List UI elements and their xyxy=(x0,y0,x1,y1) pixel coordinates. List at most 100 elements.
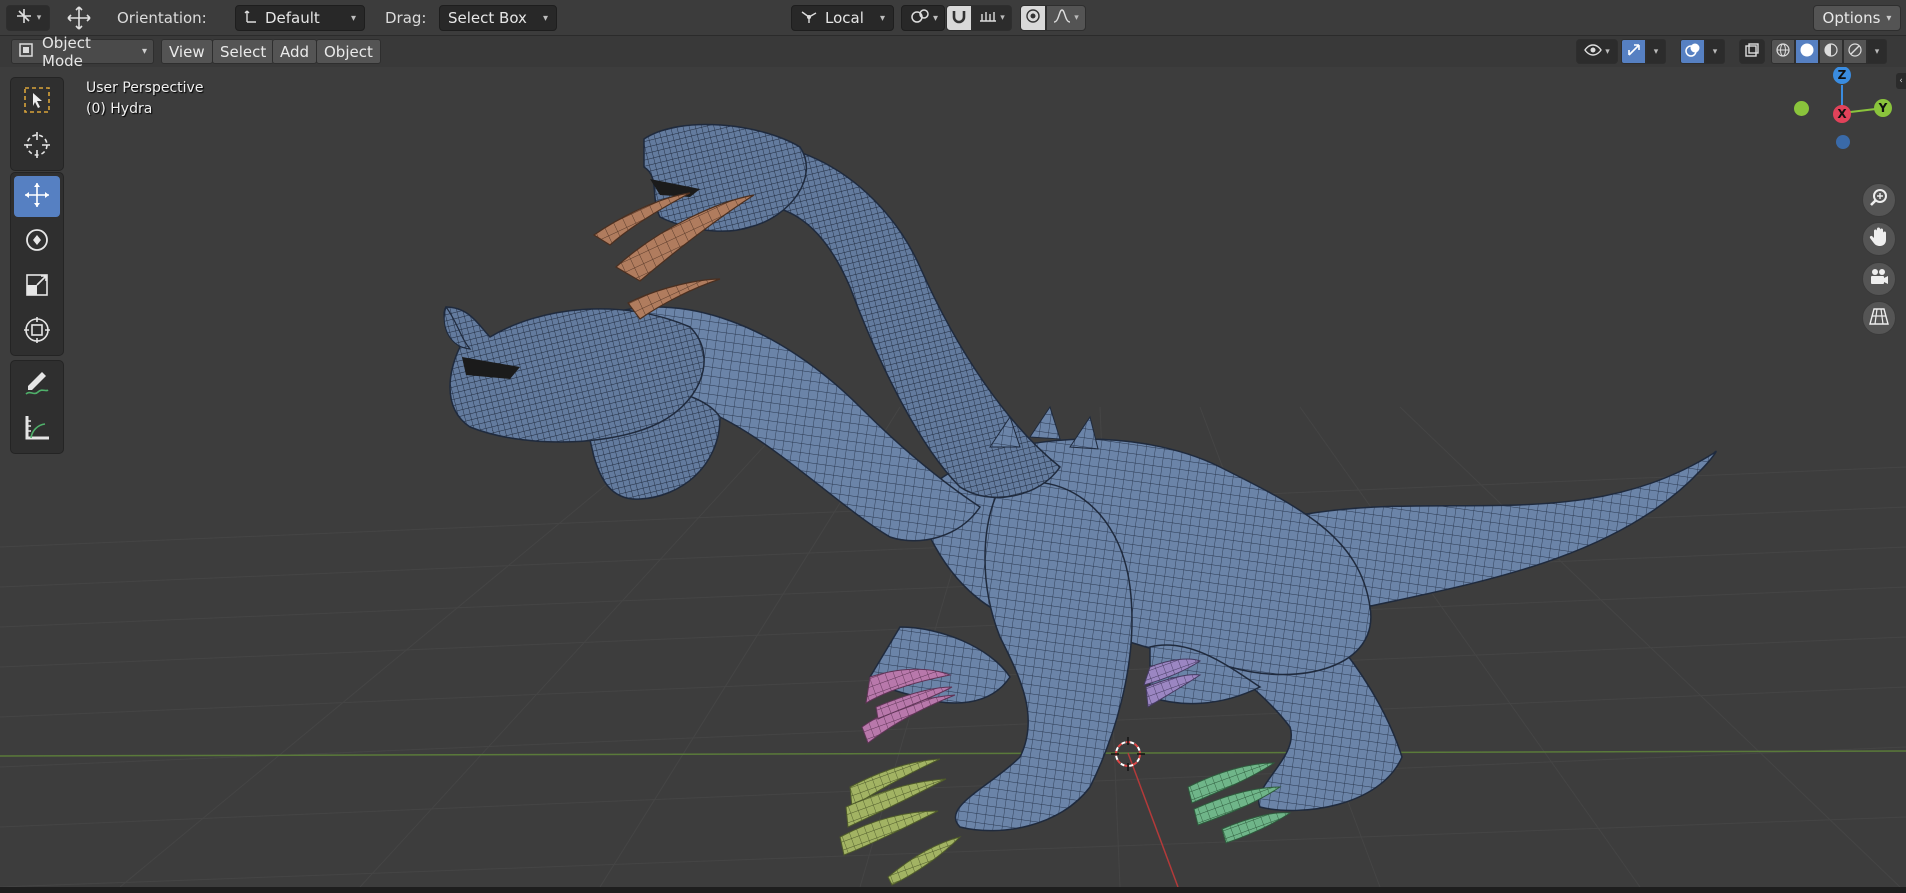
orientation-label: Orientation: xyxy=(117,9,207,27)
shading-group: ▾ xyxy=(1771,39,1887,64)
axis-icon xyxy=(244,8,258,28)
move-tool-icon xyxy=(64,5,94,31)
tool-header: ▾ Orientation: Default ▾ Drag: Select Bo… xyxy=(0,0,1906,36)
xray-icon xyxy=(1744,42,1760,62)
shading-wireframe-button[interactable] xyxy=(1771,39,1795,64)
gizmo-arrows-icon xyxy=(1626,42,1642,62)
gizmo-y-axis[interactable]: Y xyxy=(1874,99,1892,117)
perspective-toggle-button[interactable] xyxy=(1862,301,1896,335)
falloff-curve-icon xyxy=(1053,9,1071,27)
chevron-down-icon: ▾ xyxy=(1712,46,1718,57)
pivot-icon xyxy=(910,8,930,28)
overlay-toggle[interactable] xyxy=(1680,39,1705,64)
tool-rotate[interactable] xyxy=(14,221,60,262)
chevron-down-icon: ▾ xyxy=(1000,13,1005,23)
transform-space-dropdown[interactable]: Local ▾ xyxy=(791,5,894,31)
tool-move[interactable] xyxy=(14,176,60,217)
annotate-pencil-icon xyxy=(22,368,52,402)
options-button[interactable]: Options ▾ xyxy=(1813,5,1901,31)
chevron-down-icon: ▾ xyxy=(1653,46,1659,57)
object-mode-icon xyxy=(18,42,34,62)
xray-toggle[interactable] xyxy=(1739,39,1765,64)
mode-value: Object Mode xyxy=(42,33,91,70)
transform-icon xyxy=(22,315,52,349)
proportional-edit-toggle[interactable] xyxy=(1020,5,1046,31)
x-axis-line xyxy=(0,750,1906,757)
3d-viewport[interactable]: User Perspective (0) Hydra Z Y X ‹ xyxy=(0,67,1906,887)
zoom-button[interactable] xyxy=(1862,183,1896,217)
chevron-down-icon: ▾ xyxy=(141,46,147,57)
shading-material-button[interactable] xyxy=(1819,39,1843,64)
chevron-down-icon: ▾ xyxy=(933,12,939,24)
menu-object[interactable]: Object xyxy=(316,39,381,64)
magnifier-icon xyxy=(1868,187,1890,213)
measure-ruler-icon xyxy=(22,413,52,447)
grid-perspective-icon xyxy=(1868,305,1890,331)
toolbar-annotate xyxy=(10,360,64,454)
pan-button[interactable] xyxy=(1862,222,1896,256)
tool-select-box[interactable] xyxy=(14,81,60,122)
visibility-dropdown[interactable]: ▾ xyxy=(1576,39,1618,64)
move-arrows-icon xyxy=(22,180,52,214)
gizmo-toggle[interactable] xyxy=(1621,39,1646,64)
orientation-dropdown[interactable]: Default ▾ xyxy=(235,5,365,31)
tool-annotate[interactable] xyxy=(14,364,60,405)
gizmo-neg-z-axis[interactable] xyxy=(1836,135,1850,149)
drag-value: Select Box xyxy=(448,9,527,27)
shading-rendered-button[interactable] xyxy=(1843,39,1867,64)
options-label: Options xyxy=(1822,9,1881,27)
solid-sphere-icon xyxy=(1799,42,1815,62)
chevron-down-icon: ▾ xyxy=(1886,12,1892,24)
menu-add[interactable]: Add xyxy=(272,39,318,64)
scale-icon xyxy=(22,270,52,304)
gizmo-neg-y-axis[interactable] xyxy=(1794,101,1809,116)
y-axis-line xyxy=(1127,752,1179,887)
tool-cursor[interactable] xyxy=(14,126,60,167)
scene-canvas xyxy=(0,123,1906,887)
chevron-down-icon: ▾ xyxy=(36,13,42,23)
hand-icon xyxy=(1868,226,1890,252)
tool-transform[interactable] xyxy=(14,311,60,352)
bottom-edge xyxy=(0,887,1906,893)
gizmo-x-axis[interactable]: X xyxy=(1833,105,1851,123)
chevron-down-icon: ▾ xyxy=(1874,46,1880,57)
proportional-edit-group: ▾ xyxy=(1020,5,1086,31)
pivot-dropdown[interactable]: ▾ xyxy=(901,5,945,31)
snap-group: ▾ xyxy=(946,5,1012,31)
snap-increment-icon xyxy=(979,9,997,27)
chevron-left-icon: ‹ xyxy=(1899,76,1903,86)
view-name: User Perspective xyxy=(86,80,204,96)
hydra-mesh[interactable] xyxy=(443,123,1717,886)
overlay-dropdown[interactable]: ▾ xyxy=(1705,39,1725,64)
shading-solid-button[interactable] xyxy=(1795,39,1819,64)
shading-dropdown[interactable]: ▾ xyxy=(1867,39,1887,64)
chevron-down-icon: ▾ xyxy=(1074,13,1079,23)
toolbar-transform xyxy=(10,172,64,356)
material-sphere-icon xyxy=(1823,42,1839,62)
snap-element-dropdown[interactable]: ▾ xyxy=(972,5,1012,31)
chevron-down-icon: ▾ xyxy=(879,12,885,24)
menu-view[interactable]: View xyxy=(161,39,213,64)
chevron-down-icon: ▾ xyxy=(350,12,356,24)
tool-measure[interactable] xyxy=(14,409,60,450)
falloff-dropdown[interactable]: ▾ xyxy=(1046,5,1086,31)
rendered-sphere-icon xyxy=(1847,42,1863,62)
drag-label: Drag: xyxy=(385,9,427,27)
sidebar-toggle[interactable]: ‹ xyxy=(1896,73,1906,89)
camera-view-button[interactable] xyxy=(1862,262,1896,296)
transform-space-value: Local xyxy=(825,9,864,27)
active-object-name: (0) Hydra xyxy=(86,101,153,117)
drag-dropdown[interactable]: Select Box ▾ xyxy=(439,5,557,31)
camera-icon xyxy=(1868,266,1890,292)
wireframe-sphere-icon xyxy=(1775,42,1791,62)
snap-toggle[interactable] xyxy=(946,5,972,31)
editor-type-button[interactable]: ▾ xyxy=(6,5,50,31)
tool-scale[interactable] xyxy=(14,266,60,307)
gizmo-dropdown[interactable]: ▾ xyxy=(1646,39,1666,64)
menu-select[interactable]: Select xyxy=(212,39,275,64)
chevron-down-icon: ▾ xyxy=(542,12,548,24)
viewport-header: Object Mode ▾ View Select Add Object ▾ ▾… xyxy=(0,34,1906,70)
mode-dropdown[interactable]: Object Mode ▾ xyxy=(11,34,154,70)
cursor-icon xyxy=(22,130,52,164)
toolbar-main xyxy=(10,77,64,171)
